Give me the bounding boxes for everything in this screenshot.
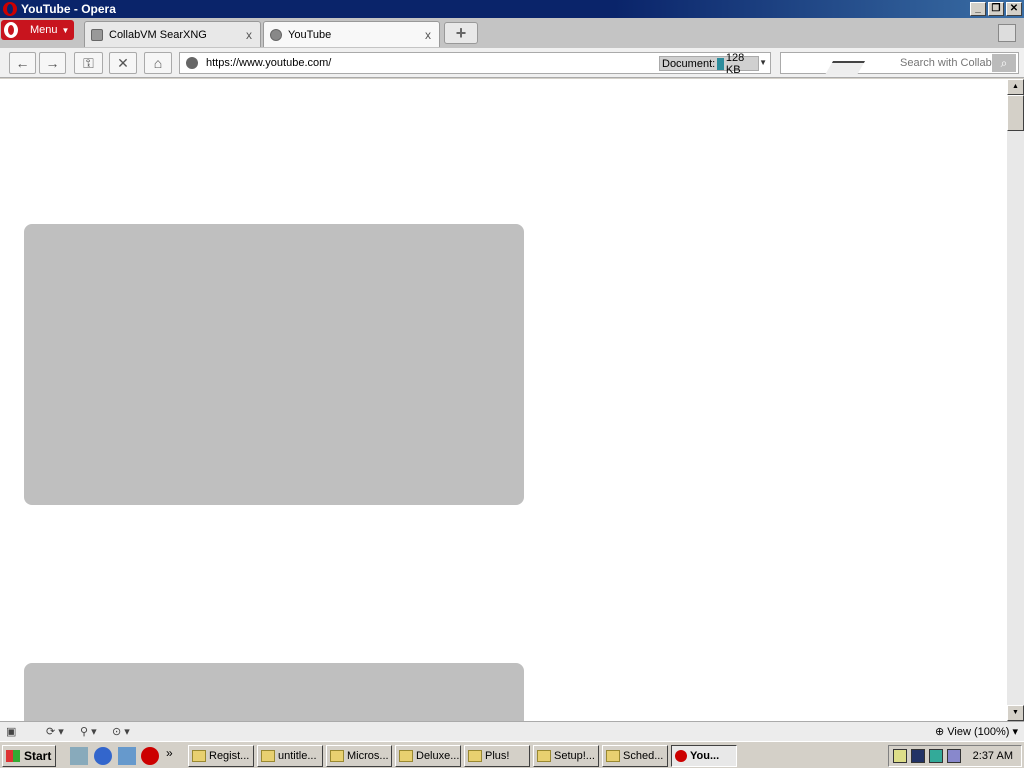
network-tray-icon[interactable] xyxy=(911,749,925,763)
scroll-thumb[interactable] xyxy=(1007,95,1024,131)
quicklaunch-more-icon[interactable]: » xyxy=(166,746,173,760)
search-icon[interactable]: ⌕ xyxy=(992,54,1016,72)
progress-size: 128 KB xyxy=(725,51,745,76)
maximize-button[interactable]: ❐ xyxy=(988,2,1004,16)
tab-label: CollabVM SearXNG xyxy=(109,28,207,41)
app-icon xyxy=(261,750,275,762)
tab-youtube[interactable]: YouTube x xyxy=(263,21,440,47)
quicklaunch-ie-icon[interactable] xyxy=(94,747,112,765)
home-button[interactable]: ⌂ xyxy=(144,52,172,74)
scroll-up-icon[interactable]: ▲ xyxy=(1007,79,1024,95)
folder-icon xyxy=(468,750,482,762)
progress-indicator xyxy=(717,57,724,70)
search-engine-icon xyxy=(781,53,896,73)
tab-bar: Menu ▼ CollabVM SearXNG x YouTube x + xyxy=(0,18,1024,48)
tab-label: YouTube xyxy=(288,28,332,41)
opera-icon xyxy=(675,750,687,762)
close-button[interactable]: ✕ xyxy=(1006,2,1022,16)
opera-logo-icon xyxy=(3,2,17,16)
status-bar: ▣ ⟳ ▾ ⚲ ▾ ⊙ ▾ ⊕ View (100%) ▾ xyxy=(0,721,1024,741)
task-plus[interactable]: Plus! xyxy=(464,745,530,767)
navigation-bar: ← → ⚿ ✕ ⌂ https://www.youtube.com/ Docum… xyxy=(0,48,1024,78)
app-icon xyxy=(192,750,206,762)
task-label: You... xyxy=(690,750,720,762)
video-placeholder xyxy=(24,663,524,721)
task-label: Setup!... xyxy=(554,750,595,762)
turbo-icon[interactable]: ⊙ ▾ xyxy=(112,724,130,740)
clock[interactable]: 2:37 AM xyxy=(973,750,1013,762)
tab-close-icon[interactable]: x xyxy=(242,28,256,42)
chevron-down-icon: ▾ xyxy=(1009,726,1018,738)
tab-close-icon[interactable]: x xyxy=(421,28,435,42)
minimize-button[interactable]: _ xyxy=(970,2,986,16)
task-label: Sched... xyxy=(623,750,664,762)
zoom-control[interactable]: ⊕ View (100%) ▾ xyxy=(935,724,1018,740)
window-controls: _ ❐ ✕ xyxy=(970,2,1022,16)
zoom-label: View (100%) xyxy=(947,726,1010,738)
quicklaunch-channels-icon[interactable] xyxy=(118,747,136,765)
task-deluxe[interactable]: Deluxe... xyxy=(395,745,461,767)
task-sched[interactable]: Sched... xyxy=(602,745,668,767)
task-label: Micros... xyxy=(347,750,389,762)
loading-progress: Document: 128 KB xyxy=(659,52,759,76)
folder-icon xyxy=(330,750,344,762)
stop-button[interactable]: ✕ xyxy=(109,52,137,74)
quicklaunch-desktop-icon[interactable] xyxy=(70,747,88,765)
display-tray-icon[interactable] xyxy=(929,749,943,763)
sync-icon[interactable]: ⟳ ▾ xyxy=(46,724,64,740)
chevron-down-icon[interactable]: ▼ xyxy=(759,58,767,67)
windows-logo-icon xyxy=(6,750,20,762)
favicon-icon xyxy=(270,28,282,41)
start-button[interactable]: Start xyxy=(2,745,56,767)
task-setup[interactable]: Setup!... xyxy=(533,745,599,767)
folder-icon xyxy=(537,750,551,762)
vertical-scrollbar[interactable]: ▲ ▼ xyxy=(1007,79,1024,721)
page-content xyxy=(0,79,1007,721)
task-regist[interactable]: Regist... xyxy=(188,745,254,767)
menu-label: Menu xyxy=(30,24,58,36)
task-label: Plus! xyxy=(485,750,510,762)
new-tab-button[interactable]: + xyxy=(444,22,478,44)
task-label: Regist... xyxy=(209,750,250,762)
unite-icon[interactable]: ⚲ ▾ xyxy=(80,724,97,740)
closed-tabs-icon[interactable] xyxy=(998,24,1016,42)
tab-collabvm-searxng[interactable]: CollabVM SearXNG x xyxy=(84,21,261,47)
volume-tray-icon[interactable] xyxy=(947,749,961,763)
back-button[interactable]: ← xyxy=(9,52,36,74)
zoom-icon: ⊕ xyxy=(934,726,948,738)
folder-icon xyxy=(399,750,413,762)
progress-label: Document: xyxy=(662,57,716,70)
start-label: Start xyxy=(24,749,52,763)
task-micros[interactable]: Micros... xyxy=(326,745,392,767)
title-bar: YouTube - Opera _ ❐ ✕ xyxy=(0,0,1024,18)
favicon-icon xyxy=(91,28,103,41)
scheduler-tray-icon[interactable] xyxy=(893,749,907,763)
task-label: untitle... xyxy=(278,750,317,762)
window-title: YouTube - Opera xyxy=(21,2,116,16)
taskbar: Start » Regist... untitle... Micros... D… xyxy=(0,741,1024,768)
task-youtube-opera[interactable]: You... xyxy=(671,745,737,767)
task-untitled[interactable]: untitle... xyxy=(257,745,323,767)
key-icon[interactable]: ⚿ xyxy=(74,52,103,74)
folder-icon xyxy=(606,750,620,762)
task-label: Deluxe... xyxy=(416,750,460,762)
forward-button[interactable]: → xyxy=(39,52,66,74)
quicklaunch-opera-icon[interactable] xyxy=(141,747,159,765)
scroll-down-icon[interactable]: ▼ xyxy=(1007,705,1024,721)
system-tray: 2:37 AM xyxy=(888,745,1022,767)
video-placeholder xyxy=(24,224,524,505)
address-field[interactable]: https://www.youtube.com/ Document: 128 K… xyxy=(179,52,771,76)
opera-menu-button[interactable]: Menu ▼ xyxy=(1,20,74,40)
panel-toggle-icon[interactable]: ▣ xyxy=(6,724,16,740)
site-info-icon[interactable] xyxy=(186,57,198,69)
search-input[interactable] xyxy=(896,54,992,72)
chevron-down-icon: ▼ xyxy=(61,25,70,35)
search-box[interactable]: ⌕ xyxy=(780,52,1019,74)
opera-logo-icon xyxy=(4,22,18,38)
